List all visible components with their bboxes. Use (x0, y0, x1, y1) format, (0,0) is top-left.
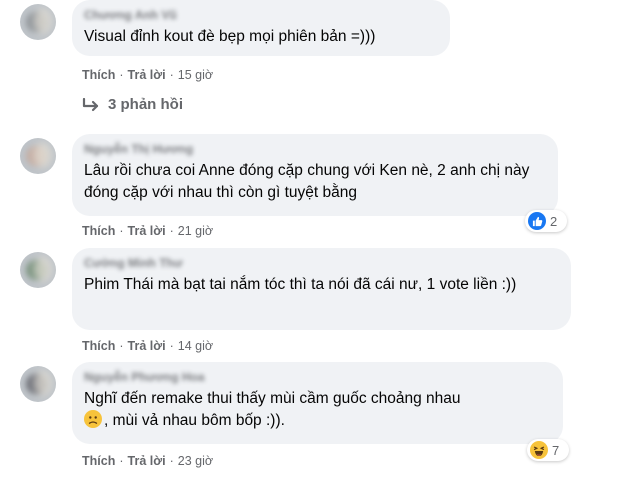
comment-text: Nghĩ đến remake thui thấy mùi cầm guốc c… (84, 388, 551, 432)
like-button[interactable]: Thích (82, 68, 115, 82)
comment-text-part2: , mùi vả nhau bôm bốp :)). (104, 412, 285, 429)
comment-actions: Thích · Trả lời · 21 giờ (82, 224, 214, 238)
view-replies-link[interactable]: 3 phản hồi (82, 96, 183, 113)
comment-bubble: Nguyễn Thị Hương Lâu rồi chưa coi Anne đ… (72, 134, 558, 216)
reply-button[interactable]: Trả lời (128, 454, 166, 468)
reaction-summary[interactable]: 2 (525, 210, 567, 232)
like-button[interactable]: Thích (82, 454, 115, 468)
reply-arrow-icon (82, 97, 99, 111)
reply-button[interactable]: Trả lời (128, 224, 166, 238)
view-replies-label: 3 phản hồi (108, 96, 183, 113)
comment-time[interactable]: 14 giờ (178, 339, 213, 353)
avatar[interactable] (20, 4, 56, 40)
reply-button[interactable]: Trả lời (128, 68, 166, 82)
comment-bubble: Nguyễn Phương Hoa Nghĩ đến remake thui t… (72, 362, 563, 444)
reaction-count: 7 (552, 442, 560, 458)
comment-actions: Thích · Trả lời · 15 giờ (82, 68, 214, 82)
comment-author[interactable]: Chương Anh Vũ (84, 8, 438, 22)
avatar[interactable] (20, 366, 56, 402)
avatar[interactable] (20, 252, 56, 288)
comment-time[interactable]: 15 giờ (178, 68, 213, 82)
comment-text-part1: Nghĩ đến remake thui thấy mùi cầm guốc c… (84, 390, 461, 407)
comment-bubble: Cường Minh Thư Phim Thái mà bạt tai nắm … (72, 248, 571, 330)
comment-author[interactable]: Cường Minh Thư (84, 256, 559, 270)
reaction-summary[interactable]: 7 (527, 439, 569, 461)
reaction-count: 2 (550, 213, 558, 229)
comment-time[interactable]: 23 giờ (178, 454, 213, 468)
comment-text: Phim Thái mà bạt tai nắm tóc thì ta nói … (84, 276, 517, 293)
comment-author[interactable]: Nguyễn Phương Hoa (84, 370, 551, 384)
comment-author[interactable]: Nguyễn Thị Hương (84, 142, 546, 156)
comment-actions: Thích · Trả lời · 14 giờ (82, 339, 214, 353)
haha-icon (530, 441, 548, 459)
worried-face-emoji-icon (84, 410, 102, 428)
comment-time[interactable]: 21 giờ (178, 224, 213, 238)
like-button[interactable]: Thích (82, 224, 115, 238)
comment-actions: Thích · Trả lời · 23 giờ (82, 454, 214, 468)
comment-text: Visual đỉnh kout đè bẹp mọi phiên bản =)… (84, 28, 376, 45)
like-button[interactable]: Thích (82, 339, 115, 353)
comment-text: Lâu rồi chưa coi Anne đóng cặp chung với… (84, 162, 530, 201)
reply-button[interactable]: Trả lời (128, 339, 166, 353)
avatar[interactable] (20, 138, 56, 174)
like-icon (528, 212, 546, 230)
comment-bubble: Chương Anh Vũ Visual đỉnh kout đè bẹp mọ… (72, 0, 450, 56)
